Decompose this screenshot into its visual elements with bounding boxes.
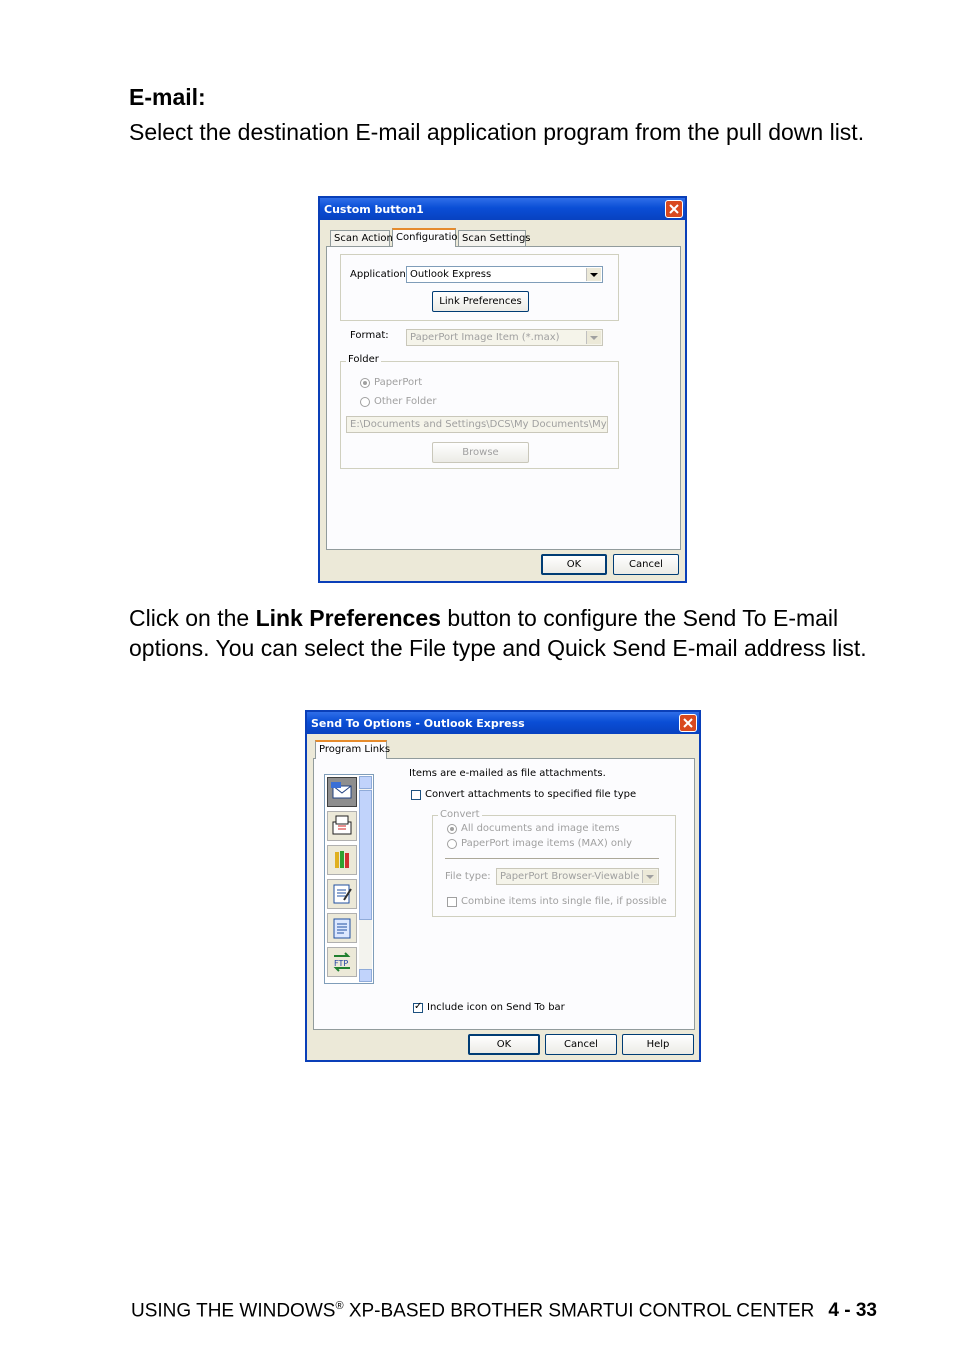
chevron-down-icon[interactable] — [642, 870, 657, 883]
scroll-up-icon[interactable] — [359, 776, 372, 789]
application-label: Application: — [350, 269, 410, 280]
help-button[interactable]: Help — [622, 1034, 694, 1055]
radio-all-documents[interactable] — [447, 824, 457, 834]
dialog-titlebar: Custom button1 — [320, 198, 685, 220]
fax-icon[interactable] — [327, 811, 357, 841]
attachments-info: Items are e-mailed as file attachments. — [409, 768, 606, 779]
dialog-titlebar: Send To Options - Outlook Express — [307, 712, 699, 734]
notepad-icon[interactable] — [327, 879, 357, 909]
scroll-thumb[interactable] — [359, 790, 372, 920]
chevron-down-icon[interactable] — [586, 268, 601, 281]
file-type-value: PaperPort Browser-Viewable (*.htr — [500, 871, 640, 882]
include-icon-checkbox[interactable] — [413, 1001, 423, 1013]
browse-button[interactable]: Browse — [432, 442, 529, 463]
format-label: Format: — [350, 330, 389, 341]
close-icon[interactable] — [679, 714, 697, 732]
cancel-button[interactable]: Cancel — [613, 554, 679, 575]
tab-program-links[interactable]: Program Links — [315, 740, 390, 759]
program-icon-list: FTP — [324, 774, 374, 984]
file-type-select[interactable]: PaperPort Browser-Viewable (*.htr — [496, 868, 659, 885]
radio-other-folder-label: Other Folder — [374, 396, 437, 407]
application-select[interactable]: Outlook Express — [406, 266, 603, 283]
folder-group-label: Folder — [346, 354, 381, 365]
link-preferences-button[interactable]: Link Preferences — [432, 291, 529, 312]
link-preferences-paragraph: Click on the Link Preferences button to … — [129, 604, 889, 663]
convert-checkbox-label: Convert attachments to specified file ty… — [425, 789, 637, 800]
section-heading: E-mail: — [129, 84, 206, 110]
radio-paperport-label: PaperPort — [374, 377, 423, 388]
dialog-title: Custom button1 — [324, 203, 424, 216]
folder-path-field[interactable]: E:\Documents and Settings\DCS\My Documen… — [346, 416, 608, 433]
convert-group-label: Convert — [438, 809, 482, 820]
application-value: Outlook Express — [410, 269, 492, 280]
ok-button[interactable]: OK — [541, 554, 607, 575]
tab-scan-settings[interactable]: Scan Settings — [458, 230, 531, 246]
email-icon[interactable] — [327, 777, 357, 807]
file-type-label: File type: — [445, 871, 491, 882]
ftp-icon[interactable]: FTP — [327, 947, 357, 977]
combine-checkbox[interactable] — [447, 897, 457, 907]
registered-mark: ® — [335, 1300, 344, 1312]
dialog-title: Send To Options - Outlook Express — [311, 717, 525, 730]
cancel-button[interactable]: Cancel — [545, 1034, 617, 1055]
include-icon-checkbox-label: Include icon on Send To bar — [427, 1002, 565, 1013]
page-footer: USING THE WINDOWS® XP-BASED BROTHER SMAR… — [131, 1300, 877, 1322]
format-select[interactable]: PaperPort Image Item (*.max) — [406, 329, 603, 346]
radio-other-folder[interactable] — [360, 397, 370, 407]
para2-before: Click on the — [129, 605, 256, 631]
scroll-down-icon[interactable] — [359, 969, 372, 982]
radio-paperport-only[interactable] — [447, 839, 457, 849]
radio-paperport[interactable] — [360, 378, 370, 388]
footer-text-rest: XP-BASED BROTHER SMARTUI CONTROL CENTER — [343, 1300, 815, 1322]
page-number: 4 - 33 — [828, 1300, 877, 1322]
para2-bold: Link Preferences — [255, 605, 441, 631]
footer-text: USING THE WINDOWS — [131, 1300, 336, 1322]
combine-checkbox-label: Combine items into single file, if possi… — [461, 896, 667, 907]
radio-paperport-only-label: PaperPort image items (MAX) only — [461, 838, 633, 849]
ftp-icon-text: FTP — [334, 959, 348, 968]
document-icon[interactable] — [327, 913, 357, 943]
send-to-options-dialog: Send To Options - Outlook Express Progra… — [305, 710, 701, 1062]
convert-separator — [445, 858, 659, 859]
intro-paragraph: Select the destination E-mail applicatio… — [129, 119, 865, 145]
chevron-down-icon[interactable] — [586, 331, 601, 344]
format-value: PaperPort Image Item (*.max) — [410, 332, 560, 343]
tab-configuration[interactable]: Configuration — [392, 228, 464, 247]
paint-icon[interactable] — [327, 845, 357, 875]
tab-scan-action[interactable]: Scan Action — [330, 230, 393, 246]
ok-button[interactable]: OK — [468, 1034, 540, 1055]
icon-list-scrollbar[interactable] — [359, 776, 372, 982]
custom-button-dialog: Custom button1 Scan Action Configuration… — [318, 196, 687, 583]
convert-checkbox[interactable] — [411, 790, 421, 800]
close-icon[interactable] — [665, 200, 683, 218]
radio-all-documents-label: All documents and image items — [461, 823, 620, 834]
